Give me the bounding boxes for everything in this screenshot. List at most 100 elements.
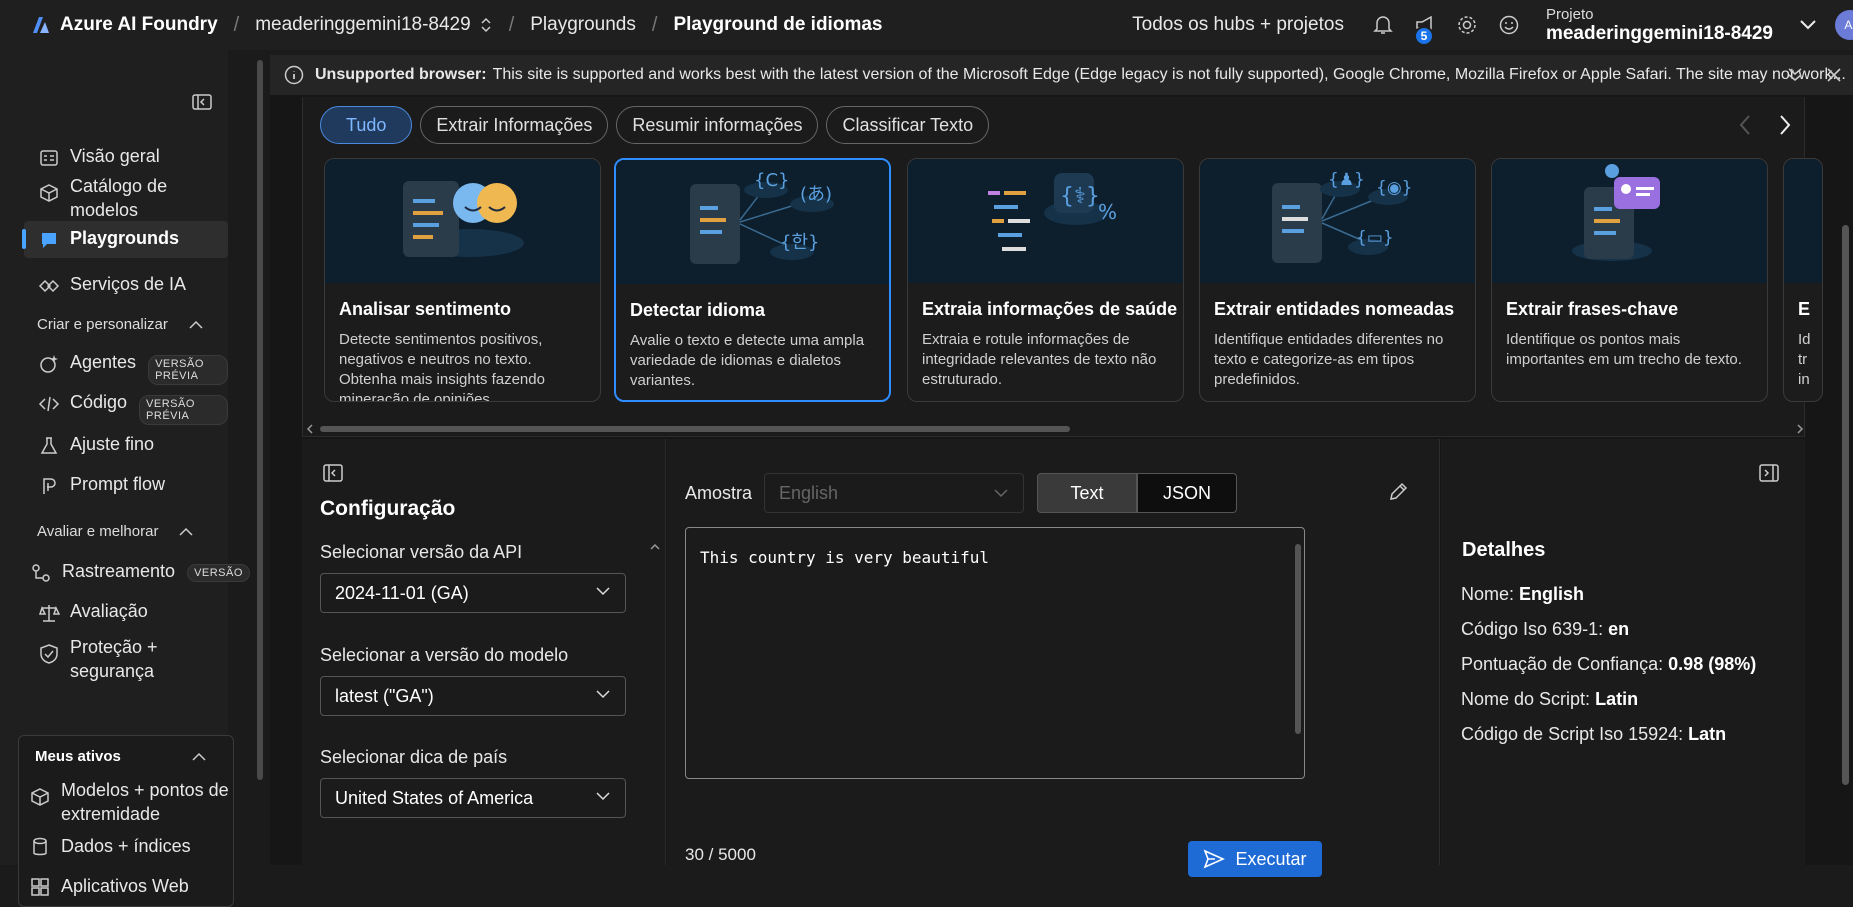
gallery-scrollbar[interactable] <box>306 424 1804 434</box>
agent-sparkle-icon <box>40 355 58 373</box>
sidebar-item-overview[interactable]: Visão geral <box>24 142 228 173</box>
filter-extract[interactable]: Extrair Informações <box>420 106 609 144</box>
close-icon[interactable] <box>1826 67 1842 83</box>
detail-value: 0.98 (98%) <box>1668 654 1757 674</box>
run-button[interactable]: Executar <box>1188 841 1322 877</box>
card-title: Extraia informações de saúde <box>922 299 1178 319</box>
sidebar-item-protection[interactable]: Proteção + segurança <box>24 635 228 683</box>
project-label: Projeto <box>1545 5 1594 23</box>
all-hubs-link[interactable]: Todos os hubs + projetos <box>1132 14 1344 36</box>
megaphone-icon[interactable]: 5 <box>1410 10 1440 46</box>
sidebar-item-label: Proteção + segurança <box>70 637 158 681</box>
collapse-sidebar-icon[interactable] <box>190 90 214 114</box>
code-icon <box>38 396 60 412</box>
char-count: 30 / 5000 <box>685 845 756 864</box>
smiley-icon[interactable] <box>1494 10 1524 40</box>
chevron-right-icon[interactable] <box>1778 114 1792 136</box>
card-title: Analisar sentimento <box>339 299 512 319</box>
details-panel: Detalhes Nome: English Código Iso 639-1:… <box>1441 439 1805 865</box>
collapse-panel-icon[interactable] <box>322 463 344 483</box>
card-sentiment[interactable]: Analisar sentimento Detecte sentimentos … <box>324 158 601 402</box>
api-version-select[interactable]: 2024-11-01 (GA) <box>320 573 626 613</box>
sidebar-item-evaluation[interactable]: Avaliação <box>24 601 228 624</box>
scroll-left-icon[interactable] <box>306 424 314 434</box>
textarea-scrollbar[interactable] <box>1295 544 1301 734</box>
format-toggle: Text JSON <box>1037 473 1237 513</box>
project-name: meaderinggemini18-8429 <box>1545 22 1773 44</box>
unsupported-browser-banner: Unsupported browser: This site is suppor… <box>270 55 1853 95</box>
preview-tag: VERSÃO <box>187 564 250 582</box>
scroll-up-icon[interactable] <box>650 543 660 551</box>
sidebar-item-playgrounds[interactable]: Playgrounds <box>22 221 228 258</box>
project-selector[interactable]: Projeto meaderinggemini18-8429 <box>1546 6 1773 45</box>
chevron-down-icon <box>596 690 610 699</box>
expand-panel-icon[interactable] <box>1758 463 1780 483</box>
card-desc: Identifique os pontos mais importantes e… <box>1506 331 1742 368</box>
country-hint-select[interactable]: United States of America <box>320 778 626 818</box>
sidebar-item-tracing[interactable]: Rastreamento VERSÃO <box>24 561 250 584</box>
sidebar-item-models[interactable]: Modelos + pontos de extremidade <box>29 778 231 826</box>
scroll-right-icon[interactable] <box>1796 424 1804 434</box>
breadcrumb-playgrounds[interactable]: Playgrounds <box>530 14 636 36</box>
card-health[interactable]: {⚕}% Extraia informações de saúde Extrai… <box>907 158 1184 402</box>
tab-text[interactable]: Text <box>1037 473 1137 513</box>
scale-icon <box>38 605 60 622</box>
flask-icon <box>40 437 58 454</box>
brand[interactable]: Azure AI Foundry <box>30 14 218 36</box>
sidebar-item-finetune[interactable]: Ajuste fino <box>24 434 228 457</box>
detail-key: Código de Script Iso 15924: <box>1461 724 1684 744</box>
tab-json[interactable]: JSON <box>1137 473 1237 513</box>
sentiment-illustration <box>325 159 600 283</box>
card-key-phrases[interactable]: Extrair frases-chave Identifique os pont… <box>1491 158 1768 402</box>
sidebar-item-label: Playgrounds <box>70 228 180 248</box>
pencil-icon[interactable] <box>1387 481 1409 503</box>
sidebar-item-data[interactable]: Dados + índices <box>29 836 191 858</box>
detail-key: Nome do Script: <box>1461 689 1591 709</box>
section-eval-header[interactable]: Avaliar e melhorar <box>37 523 194 540</box>
sidebar-item-agents[interactable]: Agentes VERSÃO PRÉVIA <box>24 352 228 385</box>
scrollbar-thumb[interactable] <box>320 426 1070 432</box>
chevron-left-icon[interactable] <box>1738 114 1752 136</box>
section-title: Meus ativos <box>35 748 121 765</box>
sidebar-item-label: Visão geral <box>70 146 160 166</box>
sidebar-item-code[interactable]: Código VERSÃO PRÉVIA <box>24 392 228 425</box>
chevron-down-icon[interactable] <box>1799 19 1817 31</box>
expand-banner-icon[interactable] <box>1786 66 1804 84</box>
country-hint-label: Selecionar dica de país <box>320 747 508 767</box>
chevron-updown-icon[interactable] <box>479 17 493 33</box>
filter-summarize[interactable]: Resumir informações <box>616 106 819 144</box>
send-icon <box>1204 849 1226 869</box>
section-title: Avaliar e melhorar <box>37 523 159 540</box>
sidebar-item-webapps[interactable]: Aplicativos Web <box>29 876 189 898</box>
svg-text:{◉}: {◉} <box>1376 178 1412 198</box>
filter-all[interactable]: Tudo <box>320 106 413 144</box>
svg-text:{한}: {한} <box>780 232 819 253</box>
avatar[interactable]: AI <box>1835 10 1853 40</box>
entities-illustration: {♟} {◉} {▭} <box>1200 159 1475 283</box>
sample-select[interactable]: English <box>764 473 1024 513</box>
input-text-area[interactable]: This country is very beautiful <box>685 527 1305 779</box>
card-named-entities[interactable]: {♟} {◉} {▭} Extrair entidades nomeadas Ide… <box>1199 158 1476 402</box>
svg-text:(あ): (あ) <box>800 184 832 205</box>
sidebar-item-promptflow[interactable]: Prompt flow <box>24 474 228 497</box>
section-create-header[interactable]: Criar e personalizar <box>37 316 204 333</box>
select-value: latest ("GA") <box>335 685 434 706</box>
sidebar-scrollbar[interactable] <box>257 60 263 780</box>
preview-tag: VERSÃO PRÉVIA <box>139 395 228 425</box>
resource-selector[interactable]: meaderinggemini18-8429 <box>255 14 470 36</box>
diamond-icon <box>38 279 60 293</box>
card-detect-language[interactable]: {C} (あ) {한} Detectar idioma Avalie o texto… <box>614 158 891 402</box>
sidebar-item-ai-services[interactable]: Serviços de IA <box>24 270 228 301</box>
bell-icon[interactable] <box>1368 10 1398 40</box>
model-version-select[interactable]: latest ("GA") <box>320 676 626 716</box>
detail-key: Nome: <box>1461 584 1515 604</box>
sidebar-item-label: Ajuste fino <box>70 434 155 454</box>
my-assets-header[interactable]: Meus ativos <box>35 748 207 765</box>
filter-classify[interactable]: Classificar Texto <box>826 106 990 144</box>
content-scrollbar[interactable] <box>1842 225 1849 785</box>
card-partial[interactable]: E Id tr in <box>1783 158 1823 402</box>
sidebar-item-catalog[interactable]: Catálogo de modelos <box>24 174 228 222</box>
section-title: Criar e personalizar <box>37 316 168 333</box>
gear-icon[interactable] <box>1452 10 1482 40</box>
notification-badge: 5 <box>1413 26 1434 46</box>
